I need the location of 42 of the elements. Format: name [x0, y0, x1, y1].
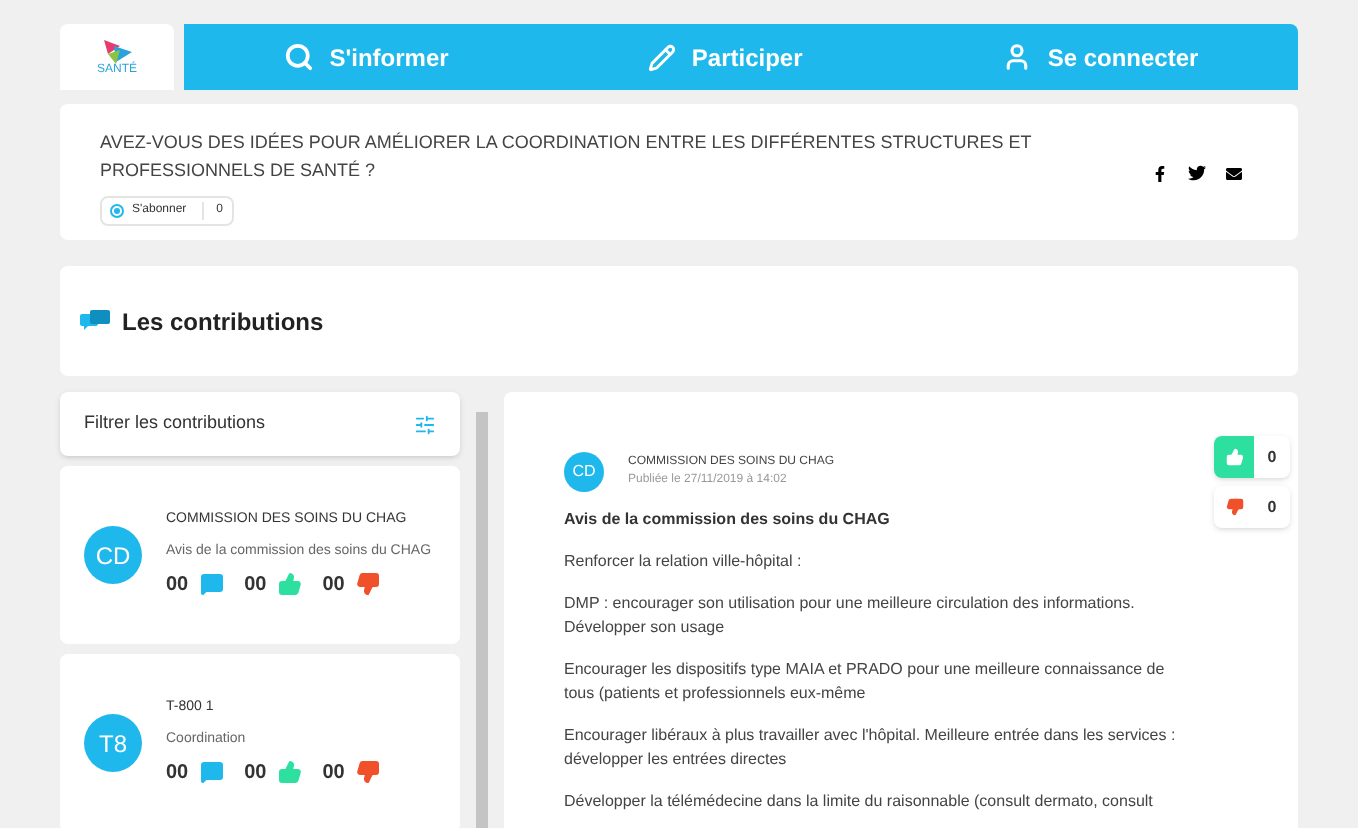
thumbs-up-icon [1225, 448, 1243, 466]
thumbs-up-icon [278, 760, 303, 785]
dislike-count: 00 [322, 759, 345, 788]
thumbs-down-icon [356, 760, 381, 785]
thumbs-up-icon [278, 572, 303, 597]
comment-count: 00 [166, 571, 189, 600]
thumbs-down-icon [356, 572, 381, 597]
question-title: AVEZ-VOUS DES IDÉES POUR AMÉLIORER LA COORDINATION ENTRE LES DIFFÉRENTES STRUCTURES ET PROFESSIONNELS DE SANTÉ ? [100, 130, 1034, 184]
like-count: 00 [244, 759, 267, 788]
pencil-icon [647, 43, 676, 71]
like-count: 0 [1265, 445, 1279, 469]
dislike-count: 0 [1265, 495, 1279, 519]
like-count: 00 [244, 571, 267, 600]
paragraph: Développer la télémédecine dans la limite du raisonnable (consult dermato, consult [564, 790, 1155, 814]
contributions-title: Les contributions [122, 305, 324, 339]
subscribe-radio-icon [110, 204, 124, 218]
paragraph: DMP : encourager son utilisation pour une meilleure circulation des informations. Développer son usage [564, 592, 1137, 640]
chat-bubbles-icon [80, 309, 110, 333]
filter-bar[interactable]: Filtrer les contributions [60, 392, 460, 456]
facebook-icon[interactable] [1152, 165, 1168, 181]
twitter-icon[interactable] [1188, 164, 1206, 182]
comment-icon [200, 572, 225, 597]
avatar: CD [84, 526, 142, 584]
avatar: T8 [84, 714, 142, 772]
dislike-button[interactable]: 0 [1214, 486, 1290, 528]
thumbs-down-icon [1225, 498, 1243, 516]
scrollbar[interactable] [476, 412, 488, 828]
comment-icon [200, 760, 225, 785]
contribution-heading: Avis de la commission des soins du CHAG [564, 508, 892, 532]
dislike-count: 00 [322, 571, 345, 600]
user-icon [1001, 42, 1032, 72]
search-icon [283, 42, 314, 72]
mail-icon[interactable] [1226, 165, 1242, 181]
filter-label: Filtrer les contributions [84, 410, 266, 437]
paragraph: Encourager libéraux à plus travailler avec l'hôpital. Meilleure entrée dans les services : développer les entrées directes [564, 724, 1178, 772]
avatar: CD [564, 452, 604, 492]
paragraph: Renforcer la relation ville-hôpital : [564, 550, 804, 574]
paragraph: Encourager les dispositifs type MAIA et PRADO pour une meilleure connaissance de tous (patients et professionnels eux-même [564, 658, 1167, 706]
logo-icon [103, 39, 131, 63]
like-button[interactable]: 0 [1214, 436, 1290, 478]
comment-count: 00 [166, 759, 189, 788]
filter-icon [414, 413, 436, 435]
